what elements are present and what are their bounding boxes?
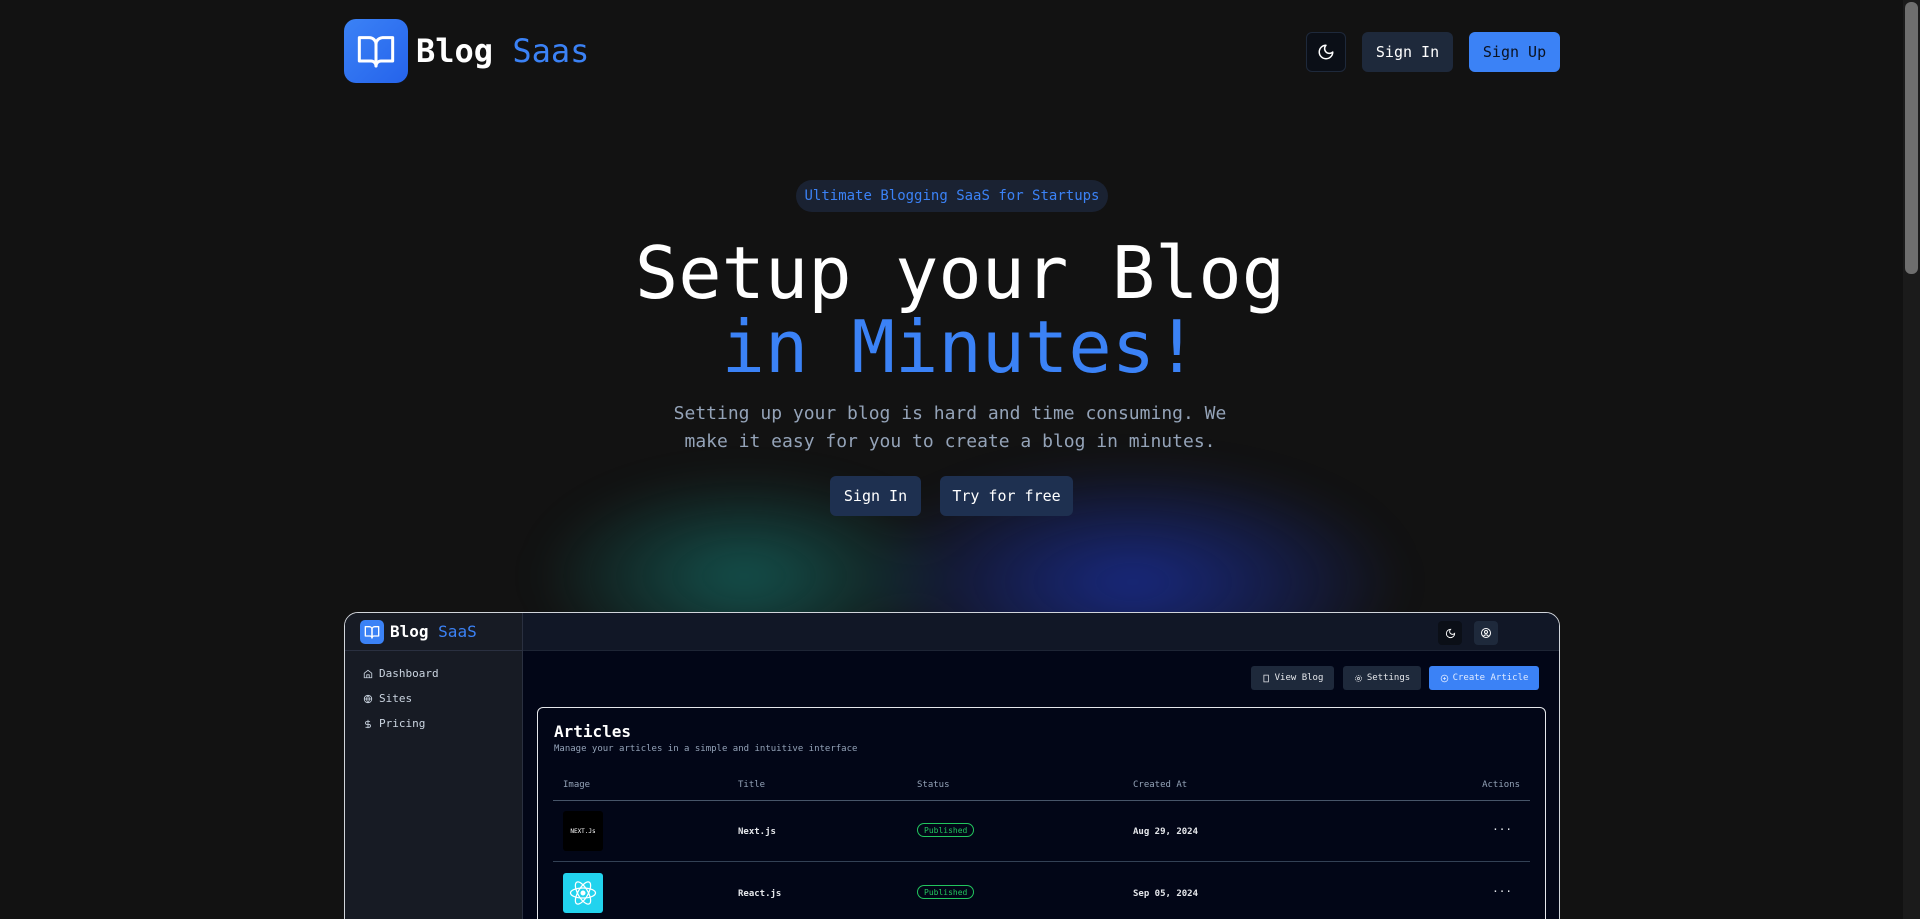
logo-word-saas: Saas xyxy=(512,32,590,70)
settings-label: Settings xyxy=(1366,673,1411,683)
moon-icon xyxy=(1445,628,1455,638)
hero-title: Setup your Blog in Minutes! xyxy=(560,236,1360,384)
theme-toggle-button[interactable] xyxy=(1306,32,1346,72)
dollar-icon xyxy=(365,719,371,728)
sidebar-item-sites[interactable]: Sites xyxy=(363,686,522,711)
page-scrollbar[interactable] xyxy=(1903,0,1920,919)
thumbnail-text: NEXT.Js xyxy=(570,827,596,835)
sidebar-item-label: Pricing xyxy=(379,717,426,730)
articles-title: Articles xyxy=(554,722,632,741)
book-open-icon xyxy=(344,19,408,83)
logo-text: Blog Saas xyxy=(416,32,589,70)
column-header-image: Image xyxy=(563,780,591,790)
article-title[interactable]: React.js xyxy=(738,889,781,899)
article-thumbnail: NEXT.Js xyxy=(563,811,603,851)
hero-title-line1: Setup your Blog xyxy=(634,231,1286,315)
more-actions-icon[interactable]: ··· xyxy=(1492,885,1512,898)
preview-sidebar: Blog SaaS Dashboard Sites Pricing xyxy=(345,613,523,919)
column-header-created-at: Created At xyxy=(1133,780,1188,790)
book-icon xyxy=(1263,674,1269,682)
sidebar-item-pricing[interactable]: Pricing xyxy=(363,711,522,736)
site-header: Blog Saas Sign In Sign Up xyxy=(344,19,1560,85)
preview-main: View Blog Settings Create Article Articl… xyxy=(523,651,1559,919)
status-badge: Published xyxy=(917,885,975,899)
globe-icon xyxy=(363,694,373,703)
preview-logo-text: Blog SaaS xyxy=(390,622,477,641)
book-open-icon xyxy=(360,619,384,644)
hero-sign-in-button[interactable]: Sign In xyxy=(830,476,921,516)
status-badge: Published xyxy=(917,823,975,837)
scrollbar-thumb[interactable] xyxy=(1905,2,1918,274)
column-header-title: Title xyxy=(738,780,766,790)
preview-logo[interactable]: Blog SaaS xyxy=(345,613,522,651)
hero-badge: Ultimate Blogging SaaS for Startups xyxy=(796,180,1108,212)
table-row[interactable]: NEXT.Js Next.js Published Aug 29, 2024 ·… xyxy=(553,801,1530,862)
more-actions-icon[interactable]: ··· xyxy=(1492,823,1512,836)
react-logo-icon xyxy=(569,881,597,905)
preview-theme-toggle[interactable] xyxy=(1438,621,1462,645)
sidebar-item-dashboard[interactable]: Dashboard xyxy=(363,661,522,686)
articles-description: Manage your articles in a simple and int… xyxy=(554,744,858,754)
user-circle-icon xyxy=(1481,628,1491,638)
plus-circle-icon xyxy=(1440,674,1448,682)
table-row[interactable]: React.js Published Sep 05, 2024 ··· xyxy=(553,863,1530,919)
view-blog-button[interactable]: View Blog xyxy=(1251,666,1334,690)
header-sign-up-button[interactable]: Sign Up xyxy=(1469,32,1560,72)
home-icon xyxy=(363,669,373,678)
create-article-label: Create Article xyxy=(1452,673,1529,683)
preview-user-menu[interactable] xyxy=(1474,621,1498,645)
moon-icon xyxy=(1318,44,1334,60)
preview-topbar xyxy=(523,613,1559,651)
app-preview: Blog SaaS Dashboard Sites Pricing View B… xyxy=(344,612,1560,919)
column-header-status: Status xyxy=(917,780,950,790)
try-for-free-button[interactable]: Try for free xyxy=(940,476,1073,516)
sidebar-item-label: Sites xyxy=(379,692,413,705)
create-article-button[interactable]: Create Article xyxy=(1429,666,1539,690)
article-created-at: Sep 05, 2024 xyxy=(1133,889,1199,899)
preview-logo-word-blog: Blog xyxy=(390,622,429,641)
preview-nav: Dashboard Sites Pricing xyxy=(345,651,522,736)
article-created-at: Aug 29, 2024 xyxy=(1133,827,1199,837)
sidebar-item-label: Dashboard xyxy=(379,667,439,680)
column-header-actions: Actions xyxy=(1482,780,1520,790)
article-thumbnail xyxy=(563,873,603,913)
hero-subtitle: Setting up your blog is hard and time co… xyxy=(673,403,1227,452)
site-logo[interactable]: Blog Saas xyxy=(344,19,589,83)
gear-icon xyxy=(1354,674,1362,682)
articles-card: Articles Manage your articles in a simpl… xyxy=(537,707,1546,919)
header-sign-in-button[interactable]: Sign In xyxy=(1362,32,1453,72)
hero-title-line2: in Minutes! xyxy=(721,305,1199,389)
view-blog-label: View Blog xyxy=(1274,673,1324,683)
logo-word-blog: Blog xyxy=(416,32,494,70)
preview-logo-word-saas: SaaS xyxy=(438,622,477,641)
settings-button[interactable]: Settings xyxy=(1343,666,1421,690)
article-title[interactable]: Next.js xyxy=(738,827,776,837)
